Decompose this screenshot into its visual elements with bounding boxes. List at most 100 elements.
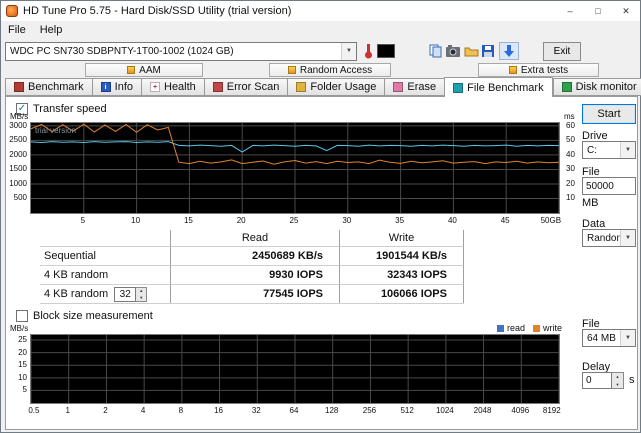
x-axis-tick: 4096 xyxy=(511,406,530,415)
titlebar: HD Tune Pro 5.75 - Hard Disk/SSD Utility… xyxy=(1,1,640,21)
chevron-down-icon: ▼ xyxy=(341,42,356,60)
x-axis-tick: 25 xyxy=(289,216,299,225)
checkbox-unchecked-icon xyxy=(16,310,28,322)
y-axis-tick: 2500 xyxy=(9,135,27,145)
menubar: File Help xyxy=(1,21,640,39)
health-icon: + xyxy=(150,82,160,92)
queue-depth-arrows[interactable]: ▲ ▼ xyxy=(136,286,148,302)
tab-health[interactable]: + Health xyxy=(141,78,205,96)
result-row-label: 4 KB random xyxy=(40,265,170,284)
copy-icon[interactable] xyxy=(429,44,443,58)
x-axis-tick: 5 xyxy=(80,216,86,225)
x-axis-tick: 32 xyxy=(251,406,261,415)
close-button[interactable]: ✕ xyxy=(612,1,640,21)
block-file-size-select[interactable]: 64 MB ▼ xyxy=(582,329,636,347)
tab-info[interactable]: i Info xyxy=(91,78,142,96)
erase-icon xyxy=(393,82,404,92)
save-icon[interactable] xyxy=(482,44,495,58)
x-axis-tick: 50GB xyxy=(540,216,562,225)
y-axis-tick: 40 xyxy=(566,149,575,159)
toolbar: WDC PC SN730 SDBPNTY-1T00-1002 (1024 GB)… xyxy=(1,39,640,63)
x-axis-tick: 2048 xyxy=(473,406,492,415)
transfer-speed-chart: MB/s ms trial version 3000 2500 2000 1500 10… xyxy=(8,111,584,229)
result-write-value: 32343 IOPS xyxy=(339,265,464,284)
y-axis-tick: 15 xyxy=(18,360,27,370)
start-button[interactable]: Start xyxy=(582,104,636,124)
exit-button[interactable]: Exit xyxy=(543,41,581,61)
tab-file-benchmark[interactable]: File Benchmark xyxy=(444,77,553,97)
maximize-button[interactable]: □ xyxy=(584,1,612,21)
data-pattern-select[interactable]: Random ▼ xyxy=(582,229,636,247)
x-axis-tick: 45 xyxy=(500,216,510,225)
device-select[interactable]: WDC PC SN730 SDBPNTY-1T00-1002 (1024 GB)… xyxy=(5,41,357,61)
tab-benchmark[interactable]: Benchmark xyxy=(5,78,93,96)
menu-file[interactable]: File xyxy=(1,22,33,38)
x-axis: 5 10 15 20 25 30 35 40 45 50GB xyxy=(30,216,562,226)
data-pattern-value: Random xyxy=(587,232,620,244)
delay-spinner[interactable]: ▲ ▼ xyxy=(612,372,624,389)
tab-label: Health xyxy=(164,81,196,93)
spinner-up-icon[interactable]: ▲ xyxy=(612,373,623,381)
chevron-down-icon: ▼ xyxy=(620,230,635,246)
tab-erase[interactable]: Erase xyxy=(384,78,446,96)
tab-error-scan[interactable]: Error Scan xyxy=(203,78,289,96)
tab-label: Info xyxy=(114,81,133,93)
y-axis-tick: 5 xyxy=(22,385,27,395)
file-benchmark-page: ✓ Transfer speed MB/s ms trial version 3… xyxy=(5,96,638,430)
block-file-size-value: 64 MB xyxy=(587,332,616,344)
y-axis-tick: 2000 xyxy=(9,149,27,159)
info-icon: i xyxy=(100,82,111,92)
minimize-button[interactable]: – xyxy=(556,1,584,21)
block-size-chart: MB/s read write 25 20 15 10 5 0.5 1 2 4 8 16 32 64 12… xyxy=(8,323,584,419)
benchmark-icon xyxy=(14,82,24,92)
result-write-value: 1901544 KB/s xyxy=(339,246,464,265)
x-axis-tick: 2 xyxy=(103,406,108,415)
results-header-write: Write xyxy=(339,230,464,246)
y-axis-tick: 20 xyxy=(18,347,27,357)
block-size-plot xyxy=(30,334,560,404)
block-size-checkbox[interactable]: Block size measurement xyxy=(16,310,153,322)
block-size-label: Block size measurement xyxy=(33,310,153,322)
tab-folder-usage[interactable]: Folder Usage xyxy=(287,78,386,96)
group-button-random-access[interactable]: Random Access xyxy=(269,63,391,77)
error-scan-icon xyxy=(212,82,223,92)
y-axis-right: 60 50 40 30 20 10 xyxy=(562,111,584,229)
queue-depth-value[interactable]: 32 xyxy=(114,286,137,302)
chart-legend: read write xyxy=(496,323,562,333)
y-axis-tick: 60 xyxy=(566,120,575,130)
tab-label: Benchmark xyxy=(28,81,84,93)
group-button-extra-tests[interactable]: Extra tests xyxy=(478,63,599,77)
results-header-read: Read xyxy=(170,230,339,246)
x-axis-tick: 1 xyxy=(65,406,70,415)
download-icon[interactable] xyxy=(499,42,519,60)
file-benchmark-icon xyxy=(453,82,464,93)
x-axis-tick: 8192 xyxy=(542,406,561,415)
x-axis-tick: 20 xyxy=(236,216,246,225)
delay-input[interactable] xyxy=(582,372,612,389)
y-axis-tick: 10 xyxy=(18,372,27,382)
group-label: Random Access xyxy=(299,64,373,76)
group-button-aam[interactable]: AAM xyxy=(85,63,203,77)
tab-bar: Benchmark i Info + Health Error Scan Folder Us… xyxy=(5,77,641,97)
x-axis-tick: 35 xyxy=(395,216,405,225)
legend-read: read xyxy=(496,323,525,333)
tab-label: Disk monitor xyxy=(575,81,637,93)
x-axis-tick: 64 xyxy=(289,406,299,415)
thermometer-icon xyxy=(361,43,375,59)
x-axis-tick: 16 xyxy=(214,406,223,415)
menu-help[interactable]: Help xyxy=(33,22,70,38)
result-read-value: 9930 IOPS xyxy=(170,265,339,284)
file-size-input[interactable] xyxy=(582,177,636,195)
x-axis-tick: 40 xyxy=(447,216,457,225)
folder-icon[interactable] xyxy=(464,45,479,57)
camera-icon[interactable] xyxy=(446,44,461,58)
queue-depth-spinner[interactable]: 32 ▲ ▼ xyxy=(114,286,148,302)
random-access-icon xyxy=(287,66,296,74)
results-header-spacer xyxy=(40,230,170,246)
result-read-value: 77545 IOPS xyxy=(170,284,339,303)
x-axis-tick: 256 xyxy=(362,406,377,415)
tab-disk-monitor[interactable]: Disk monitor xyxy=(552,78,641,96)
x-axis-tick: 10 xyxy=(131,216,141,225)
drive-select[interactable]: C: ▼ xyxy=(582,141,636,159)
spinner-down-icon[interactable]: ▼ xyxy=(612,381,623,389)
